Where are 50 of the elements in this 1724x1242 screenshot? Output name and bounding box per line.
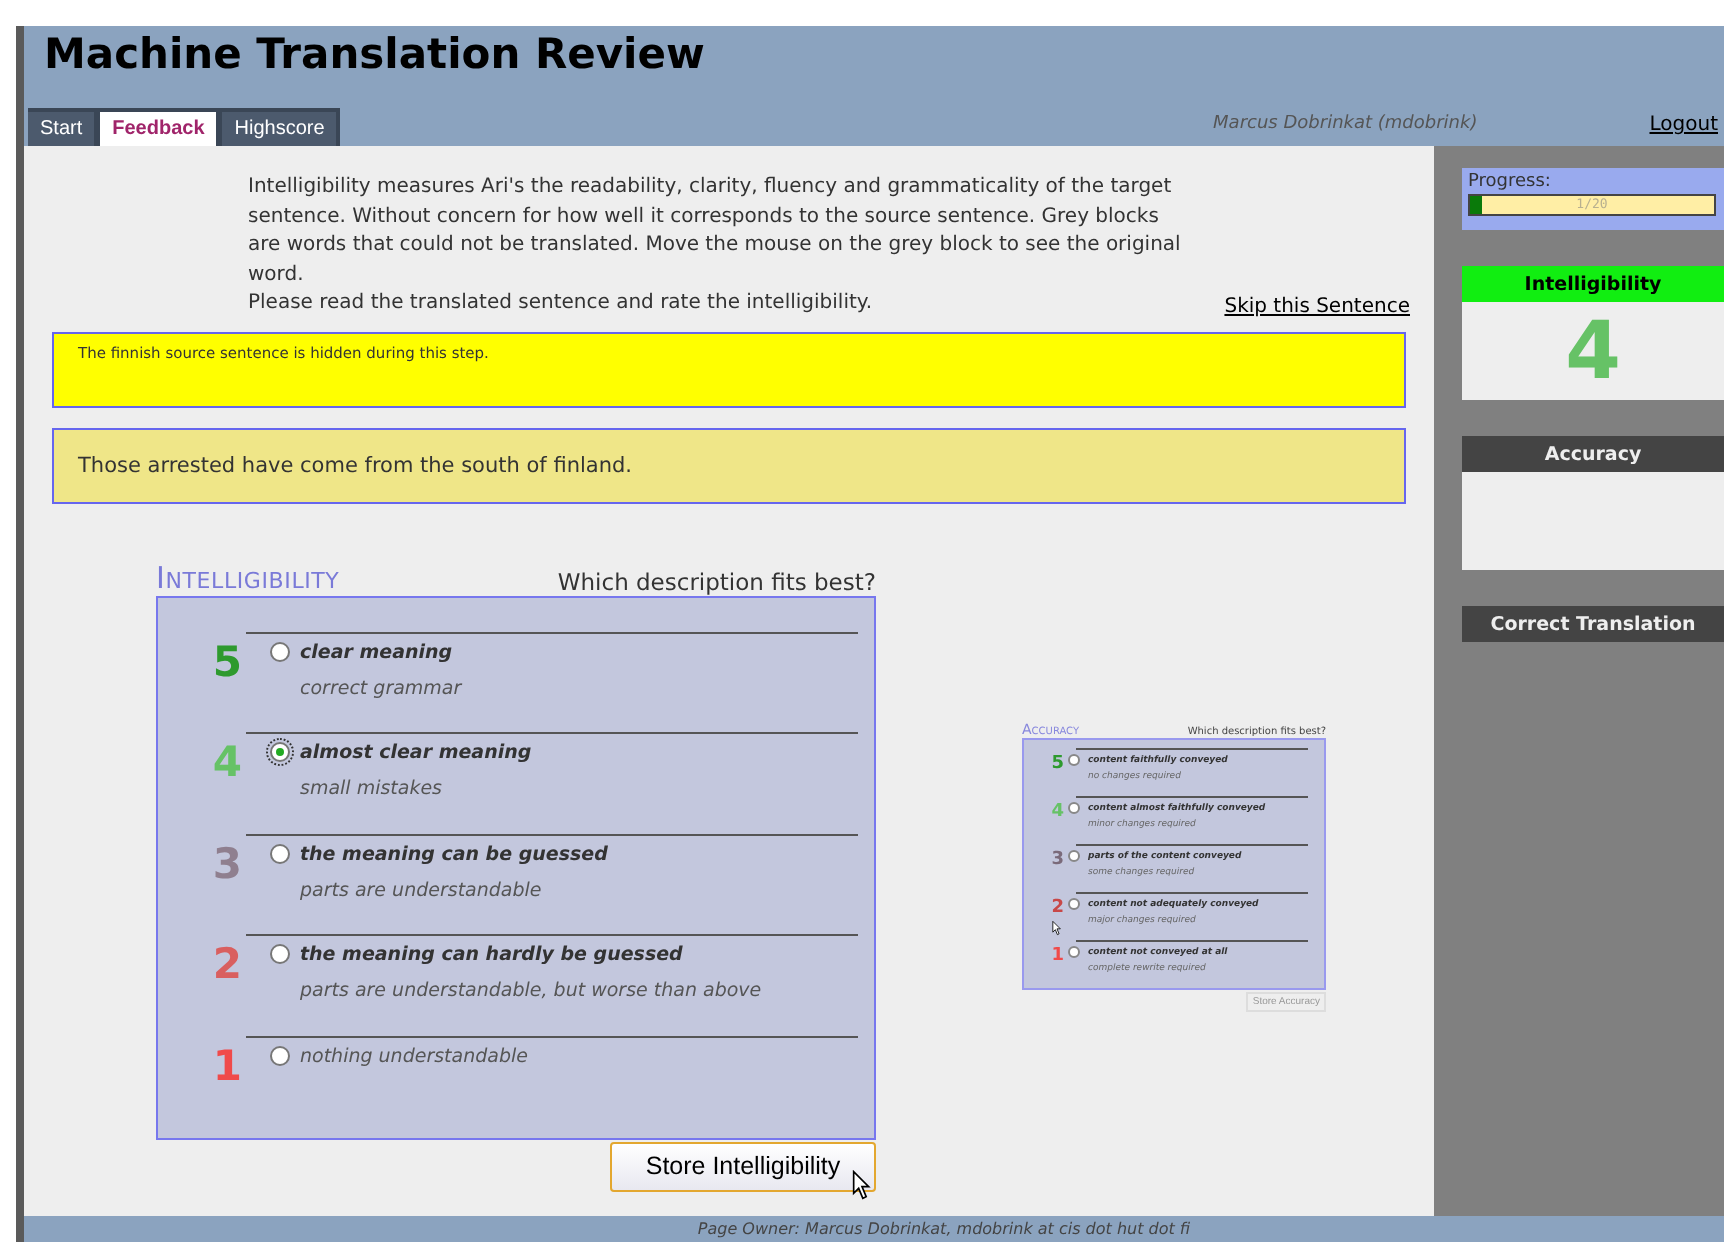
- option-detail: parts are understandable, but worse than above: [300, 980, 764, 1003]
- radio-button[interactable]: [1068, 849, 1080, 861]
- score-number: 3: [212, 839, 242, 888]
- instructions-text: Please read the translated sentence and rate the intelligibility.: [248, 290, 873, 318]
- score-number: 5: [1051, 753, 1064, 773]
- radio-button[interactable]: [270, 742, 290, 763]
- option-label: clear meaning: [300, 641, 455, 663]
- radio-button[interactable]: [1068, 801, 1080, 813]
- footer-text: Page Owner: Marcus Dobrinkat, mdobrink at cis dot hut dot fi: [697, 1220, 1191, 1238]
- option-label: the meaning can hardly be guessed: [300, 944, 685, 967]
- section-title: INTELLIGIBILITY: [156, 559, 340, 595]
- score-value: 4: [1565, 311, 1621, 391]
- skip-sentence-link[interactable]: Skip this Sentence: [1224, 294, 1410, 323]
- radio-button[interactable]: [270, 843, 290, 864]
- score-number: 5: [212, 637, 242, 685]
- radio-button[interactable]: [270, 944, 290, 965]
- score-number: 4: [212, 738, 242, 787]
- progress-label: Progress:: [1468, 172, 1553, 192]
- logout-link[interactable]: Logout: [1649, 114, 1718, 136]
- option-label: almost clear meaning: [300, 742, 534, 765]
- store-button[interactable]: Store Intelligibility: [610, 1141, 876, 1191]
- cursor-icon: [1052, 919, 1062, 935]
- score-number: 2: [212, 940, 242, 989]
- radio-button[interactable]: [270, 641, 290, 661]
- option-detail: nothing understandable: [300, 1045, 530, 1068]
- radio-button[interactable]: [1068, 945, 1080, 957]
- score-number: 1: [1051, 945, 1064, 965]
- radio-button[interactable]: [1068, 753, 1080, 765]
- nav-tab[interactable]: Start: [28, 112, 95, 146]
- cursor-icon: [852, 1169, 872, 1199]
- panel-header: Correct Translation: [1462, 606, 1724, 642]
- question-text: Which description fits best?: [557, 567, 876, 595]
- user-name: Marcus Dobrinkat (mdobrink): [1213, 114, 1478, 134]
- radio-button[interactable]: [1068, 897, 1080, 909]
- radio-button[interactable]: [270, 1045, 290, 1066]
- instructions-text: Intelligibility measures Ari's the readability, clarity, fluency and grammaticality of the target sentence. Without concern for how well it corresponds to the source sentence. Grey blocks are words that could not be translated. Move the mouse on the grey block to see the original word.: [248, 174, 1183, 289]
- panel-header: Accuracy: [1462, 436, 1724, 472]
- score-number: 1: [212, 1041, 242, 1090]
- score-number: 3: [1051, 849, 1064, 869]
- nav-tab[interactable]: Feedback: [100, 112, 217, 146]
- translated-sentence: Those arrested have come from the south of finland.: [52, 427, 1406, 503]
- page-title: Machine Translation Review: [44, 30, 707, 78]
- score-number: 2: [1051, 897, 1064, 917]
- option-label: the meaning can be guessed: [300, 843, 610, 866]
- panel-header: Intelligibility: [1462, 266, 1724, 302]
- option-detail: parts are understandable: [300, 879, 544, 902]
- option-detail: correct grammar: [300, 677, 464, 699]
- option-detail: small mistakes: [300, 778, 445, 801]
- nav-tab[interactable]: Highscore: [222, 112, 337, 146]
- score-number: 4: [1051, 801, 1064, 821]
